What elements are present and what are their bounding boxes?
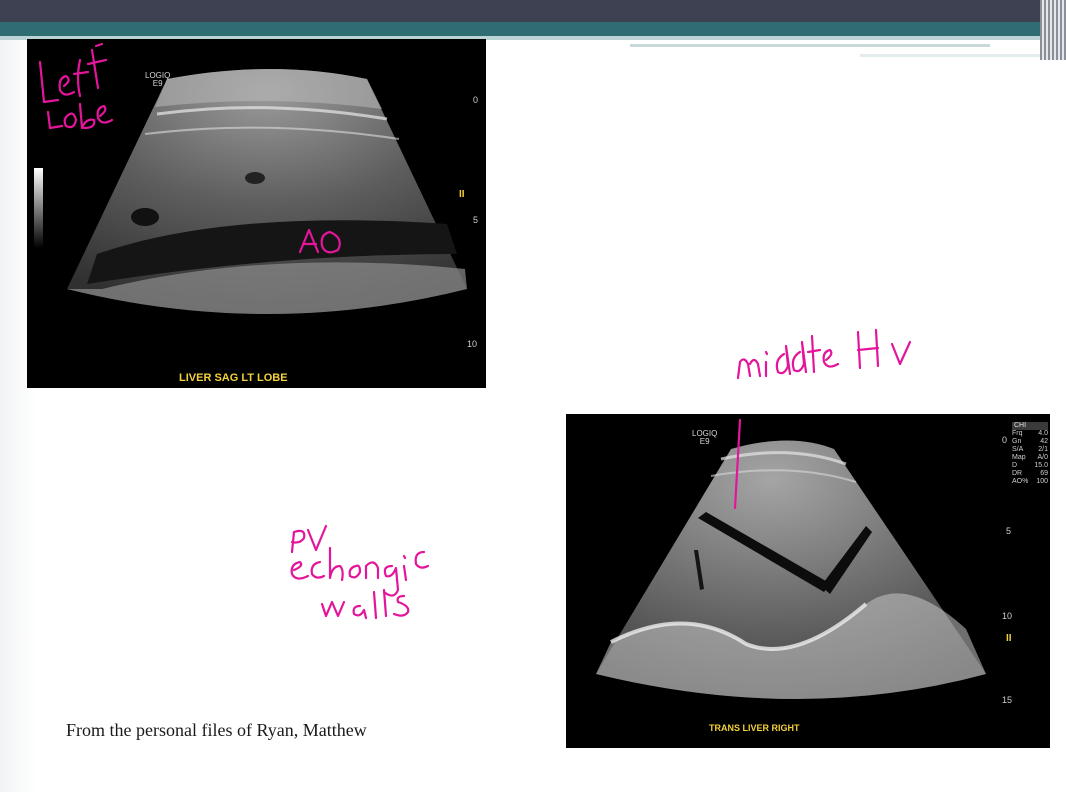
param-row: AO% 100 — [1012, 478, 1048, 486]
depth-tick: 5 — [473, 215, 479, 225]
param-key: DR — [1012, 470, 1023, 477]
param-key: AO% — [1012, 478, 1029, 485]
slide-decor-line — [630, 44, 990, 47]
depth-tick: 5 — [1006, 526, 1012, 536]
image-caption: LIVER SAG LT LOBE — [179, 372, 288, 384]
slide-edge-decor — [1040, 0, 1066, 60]
slide-accent-bar — [0, 22, 1066, 36]
svg-text:II: II — [459, 189, 465, 200]
param-value: 4.0 — [1038, 430, 1048, 437]
param-value: 100 — [1036, 478, 1048, 485]
depth-tick: 10 — [1002, 611, 1013, 621]
depth-tick: 15 — [1002, 695, 1013, 705]
param-key: Frq — [1012, 430, 1023, 437]
param-row: S/A 2/1 — [1012, 446, 1048, 454]
param-value: 42 — [1040, 438, 1048, 445]
scanner-params-panel: CHI Frq 4.0 Gn 42 S/A 2/1 Map A/0 D 15.0 DR 69… — [1012, 422, 1048, 486]
param-value: 2/1 — [1038, 446, 1048, 453]
param-row: D 15.0 — [1012, 462, 1048, 470]
depth-tick: 10 — [467, 339, 478, 349]
param-key: Map — [1012, 454, 1026, 461]
slide-top-bar — [0, 0, 1066, 22]
depth-tick: 0 — [473, 95, 479, 105]
annotation-pv-echogenic-walls — [290, 524, 430, 620]
param-value: A/0 — [1037, 454, 1048, 461]
ultrasound-sector: II — [596, 440, 1012, 699]
annotation-middle-hv — [736, 328, 912, 380]
depth-tick: 0 — [1002, 435, 1008, 445]
param-row: Gn 42 — [1012, 438, 1048, 446]
image-caption: TRANS LIVER RIGHT — [709, 723, 800, 733]
param-row: Frq 4.0 — [1012, 430, 1048, 438]
param-row: Map A/0 — [1012, 454, 1048, 462]
ultrasound-image-liver-sag: II LOGIQ E9 0 5 10 LIVER SAG LT LOBE — [27, 39, 486, 388]
scanner-logo: LOGIQ E9 — [692, 430, 717, 446]
slide-decor-line — [860, 54, 1050, 57]
param-key: S/A — [1012, 446, 1024, 453]
logo-line: E9 — [152, 79, 163, 88]
param-key: Gn — [1012, 438, 1022, 445]
param-row: DR 69 — [1012, 470, 1048, 478]
ultrasound-sector: II — [34, 69, 467, 314]
svg-text:II: II — [1006, 633, 1012, 644]
params-header: CHI — [1012, 422, 1048, 430]
ultrasound-image-liver-trans: II LOGIQ E9 CHI Frq 4.0 Gn 42 S/A 2/1 Map A/… — [566, 414, 1050, 748]
image-credit: From the personal files of Ryan, Matthew — [66, 720, 367, 740]
scanner-logo: LOGIQ E9 — [145, 72, 170, 88]
param-key: D — [1012, 462, 1018, 469]
param-value: 15.0 — [1034, 462, 1048, 469]
param-value: 69 — [1040, 470, 1048, 477]
logo-line: E9 — [699, 437, 710, 446]
